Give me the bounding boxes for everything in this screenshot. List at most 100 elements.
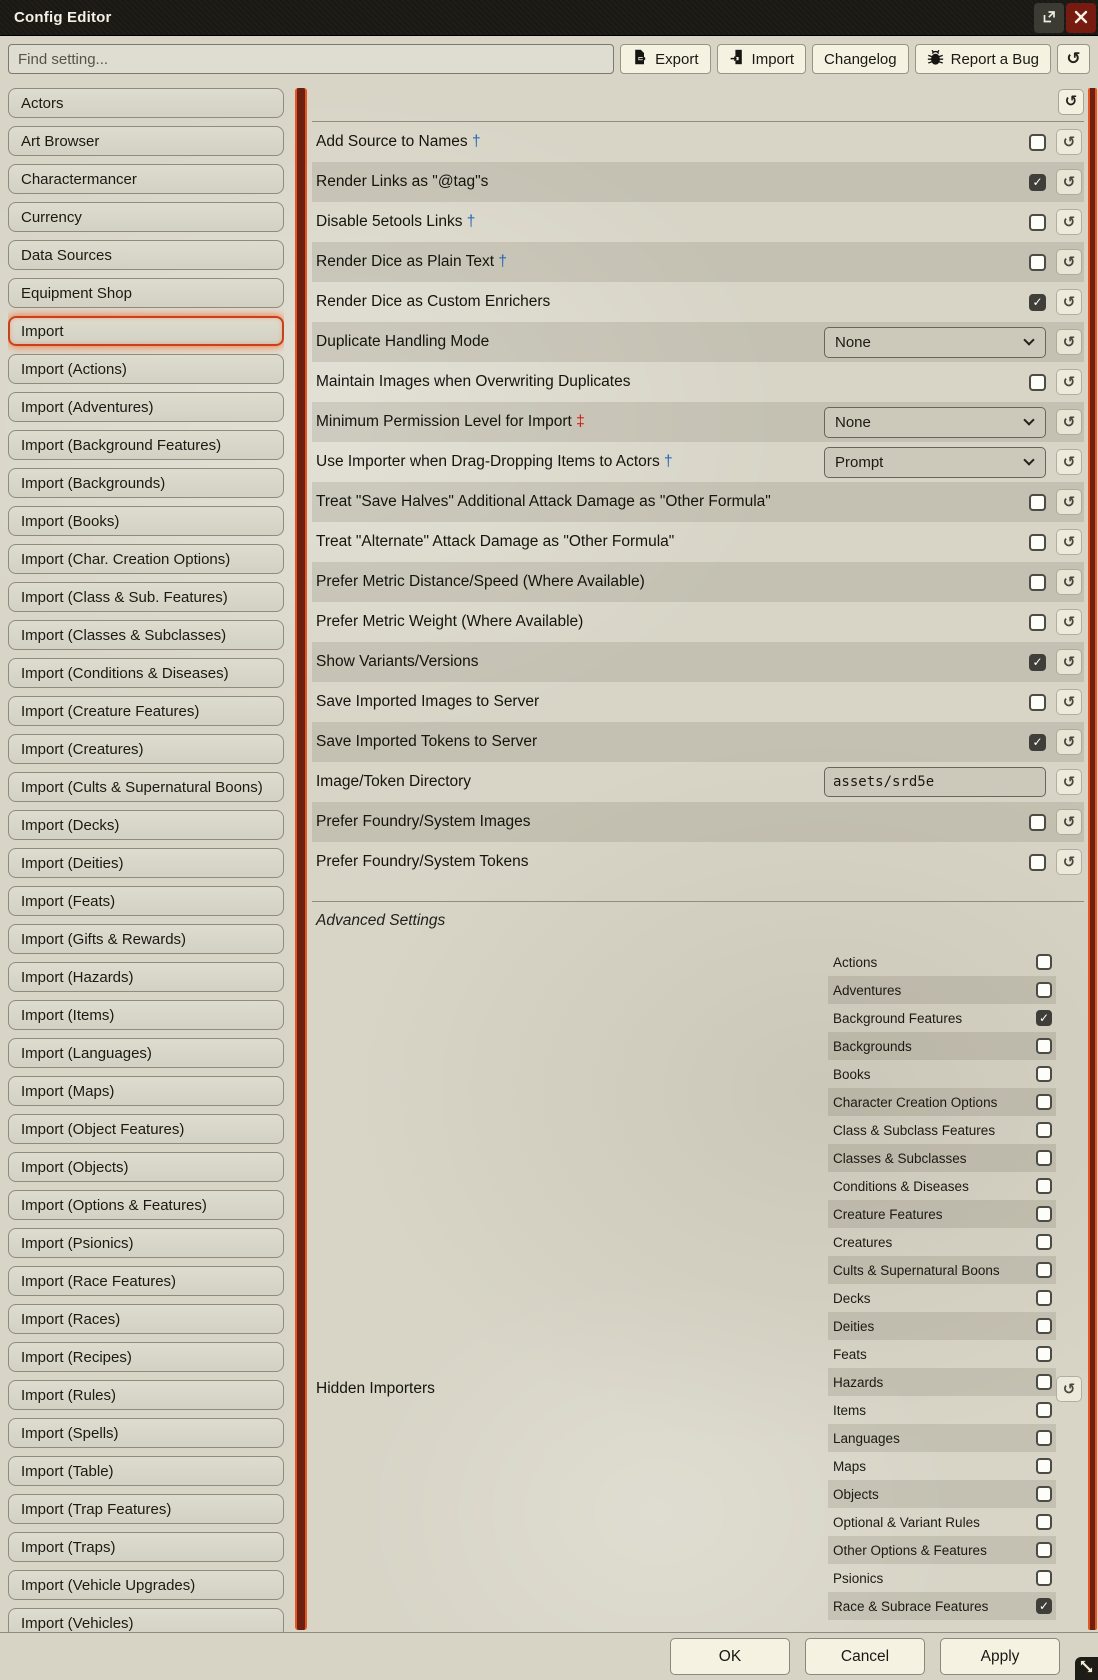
- sidebar-item[interactable]: Import (Options & Features): [8, 1190, 284, 1220]
- content-scrollbar[interactable]: [1088, 88, 1097, 1630]
- setting-checkbox[interactable]: [1029, 654, 1046, 671]
- reset-setting-button[interactable]: ↺: [1056, 609, 1082, 635]
- sidebar-item[interactable]: Art Browser: [8, 126, 284, 156]
- sidebar-item[interactable]: Import (Trap Features): [8, 1494, 284, 1524]
- sidebar-item[interactable]: Import (Psionics): [8, 1228, 284, 1258]
- sidebar-item[interactable]: Import (Table): [8, 1456, 284, 1486]
- importer-checkbox[interactable]: [1036, 1122, 1052, 1138]
- importer-checkbox[interactable]: [1036, 1402, 1052, 1418]
- sidebar-item[interactable]: Import (Gifts & Rewards): [8, 924, 284, 954]
- importer-checkbox[interactable]: [1036, 1038, 1052, 1054]
- setting-checkbox[interactable]: [1029, 174, 1046, 191]
- sidebar-item[interactable]: Import (Char. Creation Options): [8, 544, 284, 574]
- reset-setting-button[interactable]: ↺: [1056, 689, 1082, 715]
- sidebar-item[interactable]: Import (Cults & Supernatural Boons): [8, 772, 284, 802]
- importer-checkbox[interactable]: [1036, 1318, 1052, 1334]
- close-button[interactable]: [1066, 3, 1096, 33]
- setting-checkbox[interactable]: [1029, 814, 1046, 831]
- sidebar-item[interactable]: Import: [8, 316, 284, 346]
- sidebar-item[interactable]: Import (Languages): [8, 1038, 284, 1068]
- sidebar-item[interactable]: Charactermancer: [8, 164, 284, 194]
- setting-select[interactable]: None: [824, 407, 1046, 438]
- apply-button[interactable]: Apply: [940, 1638, 1060, 1675]
- sidebar-item[interactable]: Import (Items): [8, 1000, 284, 1030]
- cancel-button[interactable]: Cancel: [805, 1638, 925, 1675]
- sidebar-item[interactable]: Import (Class & Sub. Features): [8, 582, 284, 612]
- sidebar-item[interactable]: Import (Objects): [8, 1152, 284, 1182]
- importer-checkbox[interactable]: [1036, 1066, 1052, 1082]
- reset-setting-button[interactable]: ↺: [1056, 809, 1082, 835]
- setting-checkbox[interactable]: [1029, 254, 1046, 271]
- setting-checkbox[interactable]: [1029, 294, 1046, 311]
- importer-checkbox[interactable]: [1036, 1150, 1052, 1166]
- importer-checkbox[interactable]: [1036, 1346, 1052, 1362]
- sidebar-item[interactable]: Import (Hazards): [8, 962, 284, 992]
- reset-section-button[interactable]: ↺: [1058, 89, 1084, 115]
- reset-setting-button[interactable]: ↺: [1056, 129, 1082, 155]
- sidebar-scrollbar[interactable]: [295, 88, 307, 1630]
- setting-checkbox[interactable]: [1029, 854, 1046, 871]
- importer-checkbox[interactable]: [1036, 1374, 1052, 1390]
- reset-setting-button[interactable]: ↺: [1056, 649, 1082, 675]
- sidebar-item[interactable]: Import (Conditions & Diseases): [8, 658, 284, 688]
- changelog-button[interactable]: Changelog: [812, 44, 909, 74]
- sidebar-item[interactable]: Equipment Shop: [8, 278, 284, 308]
- sidebar-item[interactable]: Import (Creature Features): [8, 696, 284, 726]
- sidebar-item[interactable]: Import (Books): [8, 506, 284, 536]
- setting-select[interactable]: Prompt: [824, 447, 1046, 478]
- setting-checkbox[interactable]: [1029, 694, 1046, 711]
- reset-setting-button[interactable]: ↺: [1056, 329, 1082, 355]
- importer-checkbox[interactable]: [1036, 1206, 1052, 1222]
- sidebar-item[interactable]: Import (Races): [8, 1304, 284, 1334]
- sidebar-item[interactable]: Import (Feats): [8, 886, 284, 916]
- importer-checkbox[interactable]: [1036, 1178, 1052, 1194]
- setting-checkbox[interactable]: [1029, 134, 1046, 151]
- sidebar-item[interactable]: Import (Traps): [8, 1532, 284, 1562]
- sidebar-item[interactable]: Import (Background Features): [8, 430, 284, 460]
- reset-setting-button[interactable]: ↺: [1056, 169, 1082, 195]
- sidebar-item[interactable]: Import (Race Features): [8, 1266, 284, 1296]
- reset-hidden-importers-button[interactable]: ↺: [1056, 1376, 1082, 1402]
- importer-checkbox[interactable]: [1036, 1598, 1052, 1614]
- ok-button[interactable]: OK: [670, 1638, 790, 1675]
- sidebar-item[interactable]: Import (Vehicle Upgrades): [8, 1570, 284, 1600]
- importer-checkbox[interactable]: [1036, 1570, 1052, 1586]
- reset-setting-button[interactable]: ↺: [1056, 209, 1082, 235]
- reset-setting-button[interactable]: ↺: [1056, 449, 1082, 475]
- reset-setting-button[interactable]: ↺: [1056, 769, 1082, 795]
- setting-checkbox[interactable]: [1029, 734, 1046, 751]
- importer-checkbox[interactable]: [1036, 1010, 1052, 1026]
- import-button[interactable]: Import: [717, 44, 807, 74]
- importer-checkbox[interactable]: [1036, 1542, 1052, 1558]
- sidebar-item[interactable]: Import (Object Features): [8, 1114, 284, 1144]
- reset-setting-button[interactable]: ↺: [1056, 849, 1082, 875]
- setting-checkbox[interactable]: [1029, 574, 1046, 591]
- setting-checkbox[interactable]: [1029, 374, 1046, 391]
- setting-checkbox[interactable]: [1029, 494, 1046, 511]
- importer-checkbox[interactable]: [1036, 1486, 1052, 1502]
- sidebar-item[interactable]: Import (Deities): [8, 848, 284, 878]
- reset-all-button[interactable]: ↺: [1057, 44, 1090, 74]
- search-input[interactable]: [8, 44, 614, 74]
- reset-setting-button[interactable]: ↺: [1056, 729, 1082, 755]
- reset-setting-button[interactable]: ↺: [1056, 569, 1082, 595]
- setting-checkbox[interactable]: [1029, 214, 1046, 231]
- sidebar-item[interactable]: Import (Spells): [8, 1418, 284, 1448]
- report-bug-button[interactable]: Report a Bug: [915, 44, 1051, 74]
- importer-checkbox[interactable]: [1036, 954, 1052, 970]
- sidebar-item[interactable]: Import (Vehicles): [8, 1608, 284, 1632]
- sidebar-item[interactable]: Actors: [8, 88, 284, 118]
- importer-checkbox[interactable]: [1036, 1094, 1052, 1110]
- importer-checkbox[interactable]: [1036, 1430, 1052, 1446]
- importer-checkbox[interactable]: [1036, 1514, 1052, 1530]
- reset-setting-button[interactable]: ↺: [1056, 289, 1082, 315]
- sidebar-item[interactable]: Import (Classes & Subclasses): [8, 620, 284, 650]
- importer-checkbox[interactable]: [1036, 1262, 1052, 1278]
- importer-checkbox[interactable]: [1036, 1458, 1052, 1474]
- sidebar-item[interactable]: Import (Recipes): [8, 1342, 284, 1372]
- importer-checkbox[interactable]: [1036, 1234, 1052, 1250]
- sidebar-item[interactable]: Currency: [8, 202, 284, 232]
- sidebar-item[interactable]: Import (Rules): [8, 1380, 284, 1410]
- sidebar-item[interactable]: Import (Decks): [8, 810, 284, 840]
- resize-handle[interactable]: [1075, 1657, 1098, 1680]
